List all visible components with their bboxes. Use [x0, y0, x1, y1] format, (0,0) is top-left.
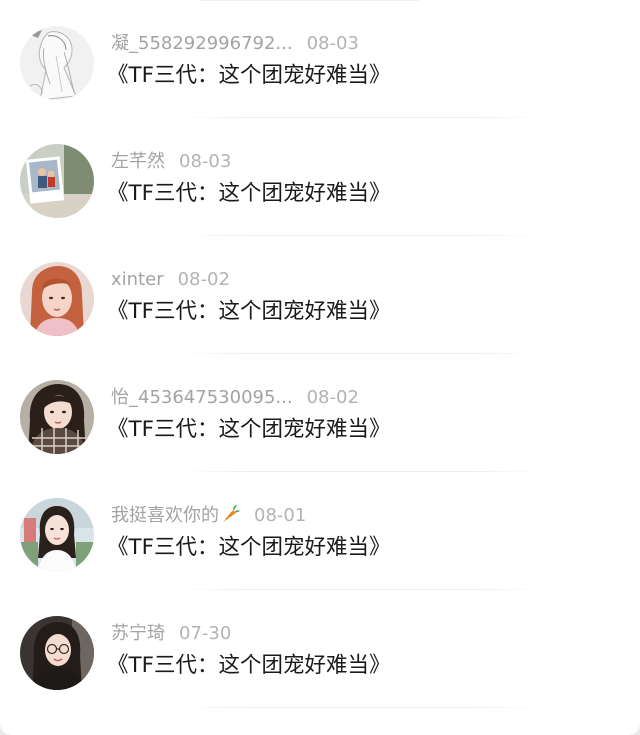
comment-list: 凝_558292996792... 08-03 《TF三代：这个团宠好难当》 左芊… — [0, 0, 640, 735]
comment-date: 08-01 — [254, 505, 307, 526]
comment-meta: 左芊然 08-03 — [111, 150, 231, 174]
comment-item[interactable]: xinter 08-02 《TF三代：这个团宠好难当》 — [0, 236, 640, 354]
comment-meta: 怡_453647530095... 08-02 — [111, 386, 359, 410]
comment-meta: 苏宁琦 07-30 — [111, 622, 231, 646]
comment-date: 07-30 — [179, 623, 232, 644]
carrot-icon — [223, 505, 240, 522]
comment-meta: xinter 08-02 — [111, 268, 230, 292]
comment-date: 08-02 — [306, 387, 359, 408]
comment-text[interactable]: 《TF三代：这个团宠好难当》 — [107, 533, 391, 563]
comment-date: 08-03 — [306, 33, 359, 54]
comment-text[interactable]: 《TF三代：这个团宠好难当》 — [107, 651, 391, 681]
comment-item[interactable]: 凝_558292996792... 08-03 《TF三代：这个团宠好难当》 — [0, 0, 640, 118]
comment-meta: 凝_558292996792... 08-03 — [111, 32, 359, 56]
username[interactable]: xinter — [111, 269, 164, 290]
username[interactable]: 凝_558292996792... — [111, 33, 293, 54]
photo-card-avatar-icon[interactable] — [20, 144, 94, 218]
comment-item[interactable]: 我挺喜欢你的 08-01 《TF三代：这个团宠好难当》 — [0, 472, 640, 590]
comment-text[interactable]: 《TF三代：这个团宠好难当》 — [107, 61, 391, 91]
comment-meta: 我挺喜欢你的 08-01 — [111, 504, 306, 528]
red-hair-girl-avatar-icon[interactable] — [20, 262, 94, 336]
comment-item[interactable]: 怡_453647530095... 08-02 《TF三代：这个团宠好难当》 — [0, 354, 640, 472]
comment-text[interactable]: 《TF三代：这个团宠好难当》 — [107, 415, 391, 445]
comment-text[interactable]: 《TF三代：这个团宠好难当》 — [107, 179, 391, 209]
plaid-scarf-girl-avatar-icon[interactable] — [20, 380, 94, 454]
username[interactable]: 左芊然 — [111, 151, 165, 172]
username[interactable]: 我挺喜欢你的 — [111, 505, 219, 526]
comment-date: 08-03 — [179, 151, 232, 172]
row-divider — [180, 707, 540, 708]
white-dress-girl-avatar-icon[interactable] — [20, 498, 94, 572]
comment-text[interactable]: 《TF三代：这个团宠好难当》 — [107, 297, 391, 327]
username[interactable]: 苏宁琦 — [111, 623, 165, 644]
username[interactable]: 怡_453647530095... — [111, 387, 293, 408]
comment-item[interactable]: 左芊然 08-03 《TF三代：这个团宠好难当》 — [0, 118, 640, 236]
glasses-girl-avatar-icon[interactable] — [20, 616, 94, 690]
comment-date: 08-02 — [177, 269, 230, 290]
card-corner — [630, 725, 640, 735]
comment-item[interactable]: 苏宁琦 07-30 《TF三代：这个团宠好难当》 — [0, 590, 640, 708]
card-corner — [0, 725, 10, 735]
sketch-girl-avatar-icon[interactable] — [20, 26, 94, 100]
